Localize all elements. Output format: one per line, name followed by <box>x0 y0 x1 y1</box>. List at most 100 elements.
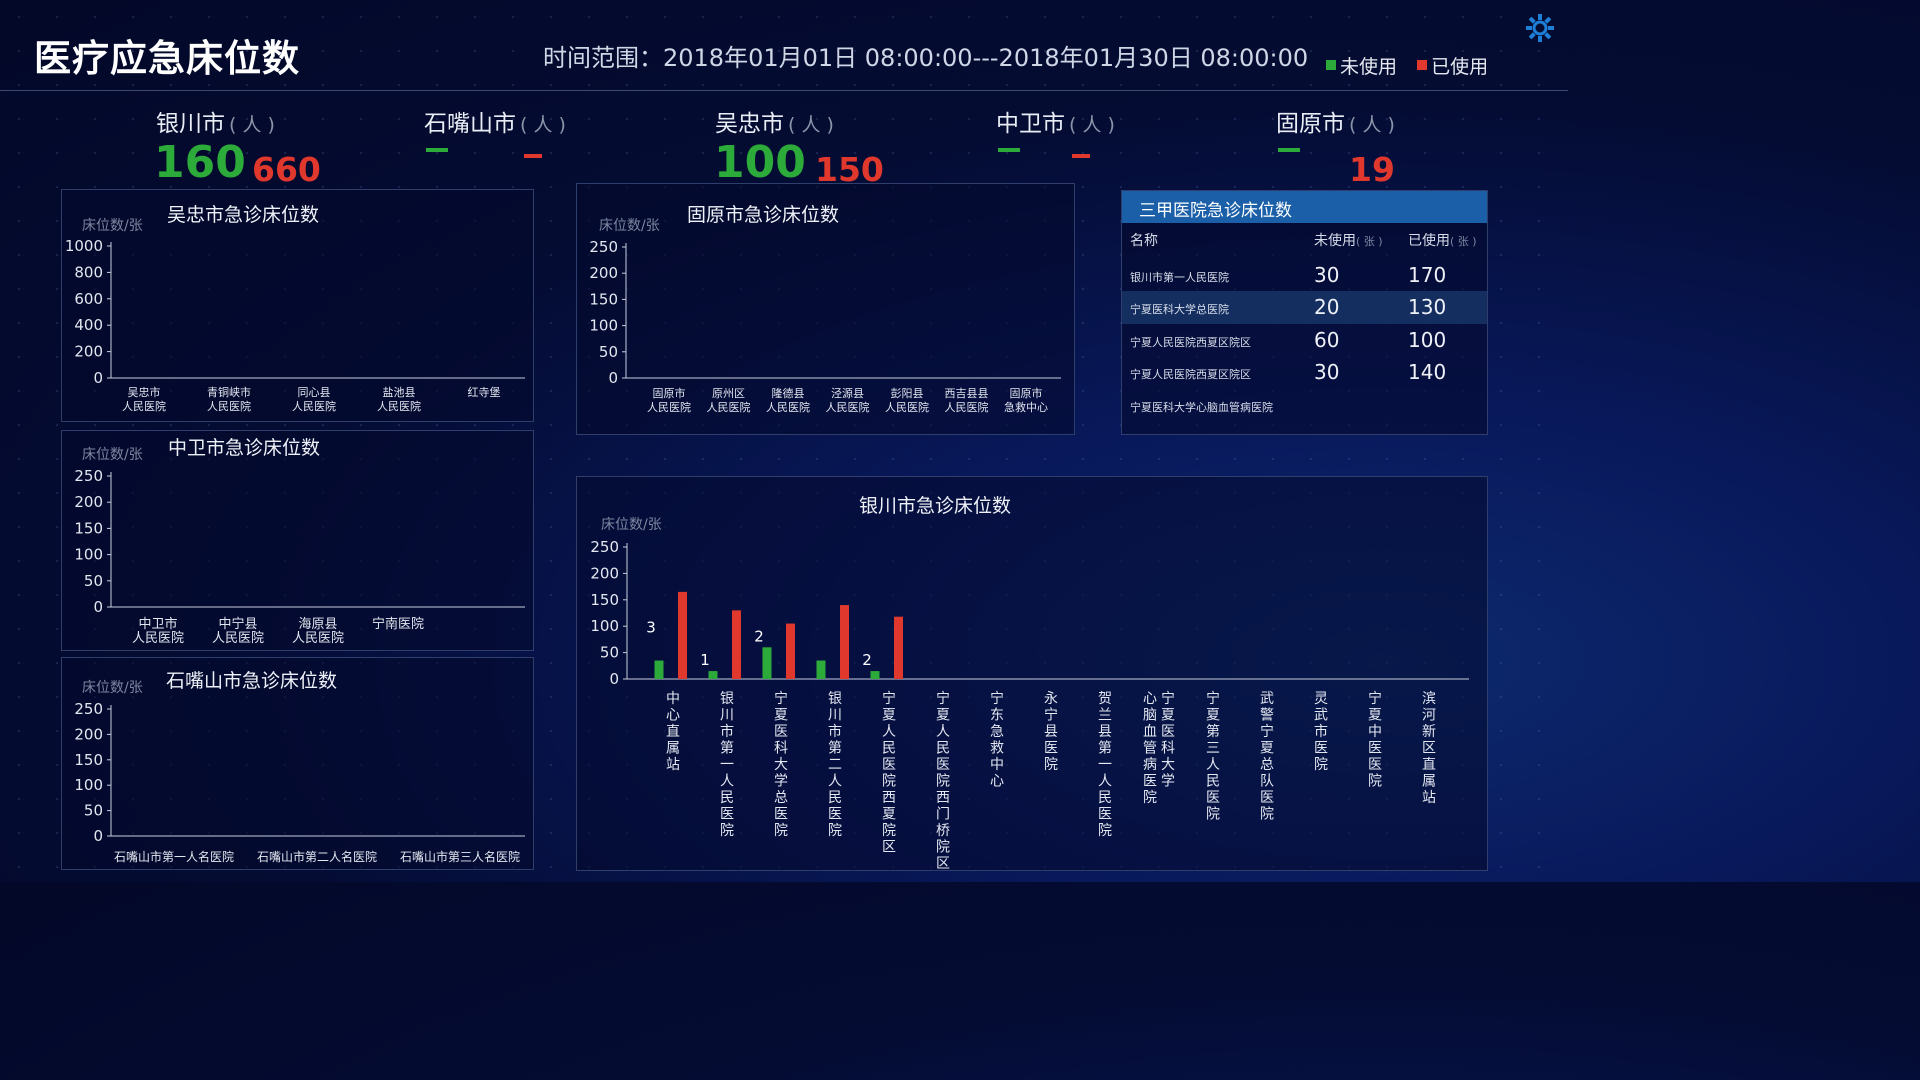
legend-used-label: 已使用 <box>1431 56 1489 78</box>
y-tick-label: 250 <box>590 538 619 556</box>
gear-icon[interactable] <box>1524 12 1556 44</box>
table-row[interactable]: 宁夏人民医院西夏区院区 30 140 <box>1122 356 1487 389</box>
legend-unused-swatch <box>1326 59 1336 70</box>
legend-unused-label: 未使用 <box>1340 56 1398 78</box>
col-unused-label: 未使用 <box>1314 233 1356 249</box>
x-tick-label: 宁东急救中心 <box>990 690 1004 790</box>
y-tick-label: 50 <box>84 802 103 820</box>
y-axis-label: 床位数/张 <box>82 218 143 234</box>
used-empty-dash <box>524 154 542 158</box>
x-tick-label: 泾源县人民医院 <box>826 386 870 414</box>
y-tick-label: 1000 <box>65 237 103 255</box>
top-hospitals-panel: 三甲医院急诊床位数 名称 未使用( 张 ) 已使用( 张 ) 银川市第一人民医院… <box>1121 190 1488 435</box>
city-name: 吴忠市 <box>715 111 784 137</box>
bar-unused <box>654 660 664 679</box>
y-tick-label: 100 <box>74 776 103 794</box>
hospital-name: 宁夏人民医院西夏区院区 <box>1130 336 1251 349</box>
city-name: 银川市 <box>156 111 225 137</box>
x-tick-label: 海原县人民医院 <box>292 617 344 646</box>
bar-used <box>894 616 903 679</box>
y-tick-label: 50 <box>600 644 619 662</box>
x-tick-label: 灵武市医院 <box>1314 691 1328 773</box>
x-tick-label: 中心直属站 <box>666 691 680 773</box>
table-row[interactable]: 宁夏医科大学总医院 20 130 <box>1122 291 1487 324</box>
x-tick-label: 宁南医院 <box>372 616 424 632</box>
x-tick-label: 中卫市人民医院 <box>132 616 184 646</box>
x-tick-label: 宁夏人民医院西门桥院区 <box>936 690 950 870</box>
y-tick-label: 200 <box>590 564 619 582</box>
city-unit: ( 人 ) <box>520 114 566 136</box>
y-tick-label: 200 <box>74 725 103 743</box>
y-tick-label: 200 <box>589 264 618 282</box>
y-tick-label: 200 <box>74 493 103 511</box>
bar-unused <box>816 660 826 679</box>
chart-yinchuan: 床位数/张 0 50 100 150 200 250 中心直属站 银川市第一人民医院 宁夏医科大学… <box>590 517 1469 870</box>
bar-unused <box>870 671 880 679</box>
x-tick-label: 石嘴山市第三人名医院 <box>400 849 520 864</box>
unused-value: 30 <box>1314 263 1340 287</box>
x-tick-label: 西吉县县人民医院 <box>945 387 989 414</box>
x-tick-label: 青铜峡市人民医院 <box>207 385 251 413</box>
y-tick-label: 100 <box>590 617 619 635</box>
y-tick-label: 600 <box>74 290 103 308</box>
x-tick-label: 隆德县人民医院 <box>766 386 810 414</box>
y-tick-label: 200 <box>74 343 103 361</box>
city-name: 石嘴山市 <box>424 111 516 137</box>
chart-panel-shizuishan: 石嘴山市急诊床位数 床位数/张 0 50 100 150 200 250 石嘴山市第一人名医院… <box>61 657 534 870</box>
table-row[interactable]: 宁夏人民医院西夏区院区 60 100 <box>1122 324 1487 357</box>
used-count: 19 <box>1349 150 1395 189</box>
hospital-name: 宁夏医科大学心脑血管病医院 <box>1130 401 1273 414</box>
y-tick-label: 100 <box>74 546 103 564</box>
x-tick-label: 宁夏医科大学 <box>1161 690 1175 790</box>
y-tick-label: 150 <box>590 591 619 609</box>
unused-value: 20 <box>1314 295 1340 319</box>
col-unused-header: 未使用( 张 ) <box>1314 230 1383 250</box>
y-tick-label: 150 <box>589 290 618 308</box>
time-range: 时间范围：2018年01月01日 08:00:00---2018年01月30日 … <box>543 44 1309 72</box>
x-tick-label: 心脑血管病医院 <box>1143 691 1157 806</box>
hospital-name: 宁夏医科大学总医院 <box>1130 303 1229 316</box>
bar-used <box>840 605 849 679</box>
x-tick-label: 吴忠市人民医院 <box>122 385 166 413</box>
table-row[interactable]: 宁夏医科大学心脑血管病医院 <box>1122 389 1487 422</box>
chart-guyuan: 床位数/张 0 50 100 150 200 250 固原市人民医院原州区人民医院隆德县人民医… <box>589 218 1061 414</box>
x-tick-label: 贺兰县第一人民医院 <box>1098 691 1112 839</box>
y-tick-label: 0 <box>93 827 103 845</box>
city-unit: ( 人 ) <box>229 114 275 136</box>
header-divider <box>0 90 1568 91</box>
x-tick-label: 石嘴山市第一人名医院 <box>114 849 234 864</box>
x-tick-label: 同心县人民医院 <box>292 386 336 413</box>
col-used-header: 已使用( 张 ) <box>1408 230 1477 250</box>
chart-panel-wuzhong: 吴忠市急诊床位数 床位数/张 0 200 400 600 800 1000 吴忠市人民医院 青铜… <box>61 189 534 422</box>
used-value: 100 <box>1408 328 1447 352</box>
y-tick-label: 250 <box>74 467 103 485</box>
x-tick-label: 宁夏第三人民医院 <box>1206 690 1220 823</box>
col-name-header: 名称 <box>1130 233 1158 249</box>
used-value: 130 <box>1408 295 1447 319</box>
y-tick-label: 0 <box>93 369 103 387</box>
chart-zhongwei: 床位数/张 0 50 100 150 200 250 中卫市人民医院中宁县人民医院海原县人民医… <box>74 447 525 646</box>
col-used-label: 已使用 <box>1408 233 1450 249</box>
y-axis-label: 床位数/张 <box>599 218 660 234</box>
unused-value: 60 <box>1314 328 1340 352</box>
x-tick-label: 盐池县人民医院 <box>377 386 421 413</box>
table-row[interactable]: 银川市第一人民医院 30 170 <box>1122 259 1487 292</box>
bar-used <box>786 623 795 679</box>
chart-shizuishan: 床位数/张 0 50 100 150 200 250 石嘴山市第一人名医院 石嘴山市第二人名医院… <box>74 680 525 864</box>
chart-panel-zhongwei: 中卫市急诊床位数 床位数/张 0 50 100 150 200 250 中卫市人民医院 中宁县人… <box>61 430 534 651</box>
x-tick-label: 宁夏医科大学总医院 <box>774 690 788 839</box>
table-title: 三甲医院急诊床位数 <box>1139 201 1292 221</box>
page-title: 医疗应急床位数 <box>34 37 300 80</box>
unused-count: 160 <box>154 137 246 188</box>
y-tick-label: 0 <box>608 369 618 387</box>
y-tick-label: 100 <box>589 317 618 335</box>
x-tick-label: 固原市人民医院 <box>647 386 691 414</box>
chart-panel-guyuan: 固原市急诊床位数 床位数/张 0 50 100 150 200 250 固原市人民医院 原州区人… <box>576 183 1075 435</box>
x-tick-label: 中宁县人民医院 <box>212 616 264 646</box>
chart-panel-yinchuan: 银川市急诊床位数 床位数/张 0 50 100 150 200 250 中心直属站 银川市第一人… <box>576 476 1488 871</box>
x-tick-label: 彭阳县人民医院 <box>885 386 929 414</box>
y-axis-label: 床位数/张 <box>82 447 143 463</box>
chart-wuzhong: 床位数/张 0 200 400 600 800 1000 吴忠市人民医院 青铜峡市人民医院 同心县… <box>65 218 525 413</box>
x-tick-label: 原州区人民医院 <box>707 387 751 414</box>
city-summary-shizuishan: 石嘴山市( 人 ) <box>424 104 566 158</box>
